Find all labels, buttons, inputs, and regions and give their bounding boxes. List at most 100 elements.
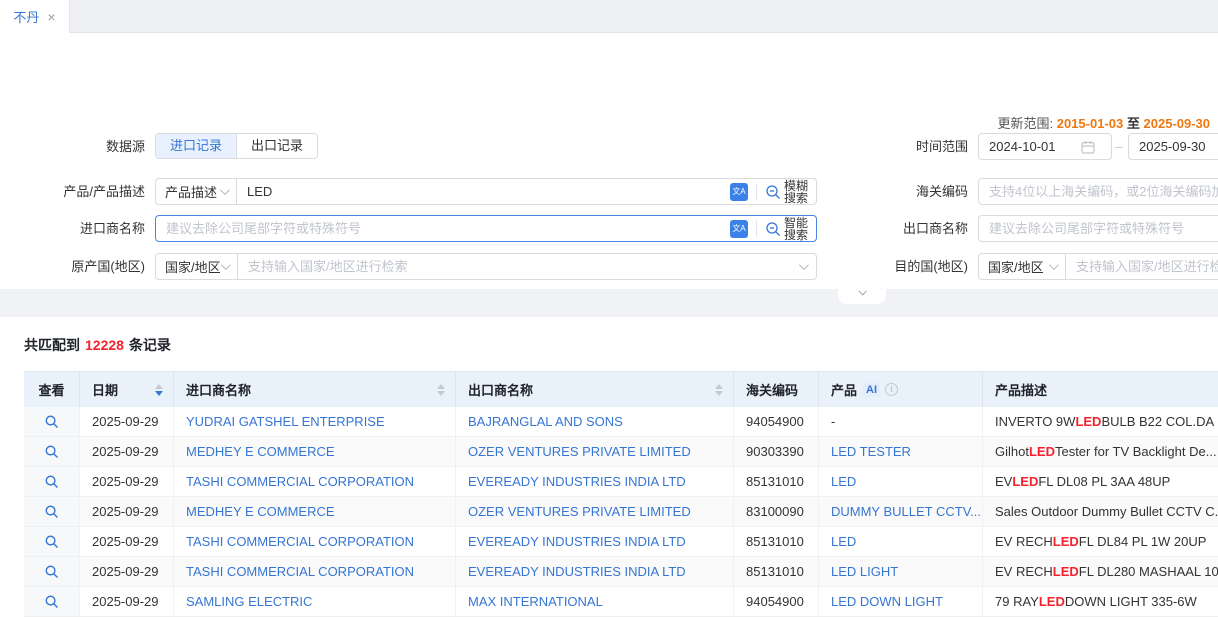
description-cell: INVERTO 9W LED BULB B22 COL.DA ... (983, 407, 1218, 436)
keyword-highlight: LED (1053, 564, 1079, 579)
product-select-value: 产品描述 (165, 182, 217, 201)
exporter-link[interactable]: OZER VENTURES PRIVATE LIMITED (456, 497, 734, 526)
view-cell[interactable] (24, 467, 80, 496)
data-source-label: 数据源 (0, 133, 145, 160)
description-text: FL DL08 PL 3AA 48UP (1038, 474, 1170, 489)
description-cell: EV RECH LED FL DL84 PL 1W 20UP (983, 527, 1218, 556)
exporter-link[interactable]: EVEREADY INDUSTRIES INDIA LTD (456, 467, 734, 496)
product-field-select[interactable]: 产品描述 (155, 178, 237, 205)
hs-code-input[interactable] (979, 184, 1218, 199)
destination-input[interactable] (1066, 259, 1218, 274)
date-cell: 2025-09-29 (80, 437, 174, 466)
product-cell[interactable]: LED DOWN LIGHT (819, 587, 983, 616)
exporter-link[interactable]: EVEREADY INDUSTRIES INDIA LTD (456, 557, 734, 586)
preview-search-icon[interactable] (44, 414, 59, 429)
summary-prefix: 共匹配到 (24, 337, 80, 353)
date-end-picker[interactable] (1128, 133, 1218, 160)
product-search-input[interactable] (237, 184, 730, 199)
results-table: 查看 日期 进口商名称 出口商名称 海关编码 产品 AI i (24, 371, 1218, 617)
description-cell: EV LED FL DL08 PL 3AA 48UP (983, 467, 1218, 496)
collapse-filters-button[interactable] (838, 289, 886, 304)
keyword-highlight: LED (1029, 444, 1055, 459)
update-range-end: 2025-09-30 (1144, 116, 1211, 131)
date-cell: 2025-09-29 (80, 587, 174, 616)
view-cell[interactable] (24, 437, 80, 466)
panel-gap (0, 289, 1218, 317)
description-cell: Gilhot LED Tester for TV Backlight De... (983, 437, 1218, 466)
hs-code-cell: 85131010 (734, 557, 819, 586)
info-icon[interactable]: i (885, 383, 898, 396)
description-text: BULB B22 COL.DA ... (1101, 414, 1218, 429)
view-cell[interactable] (24, 527, 80, 556)
update-range-to: 至 (1127, 116, 1140, 131)
date-cell: 2025-09-29 (80, 527, 174, 556)
view-cell[interactable] (24, 557, 80, 586)
description-text: DOWN LIGHT 335-6W (1065, 594, 1197, 609)
preview-search-icon[interactable] (44, 444, 59, 459)
keyword-highlight: LED (1053, 534, 1079, 549)
exporter-link[interactable]: EVEREADY INDUSTRIES INDIA LTD (456, 527, 734, 556)
importer-link[interactable]: MEDHEY E COMMERCE (174, 497, 456, 526)
product-input-group: 文A 模糊搜索 (237, 178, 817, 205)
exporter-input[interactable] (979, 221, 1218, 236)
importer-link[interactable]: TASHI COMMERCIAL CORPORATION (174, 467, 456, 496)
toggle-export-records[interactable]: 出口记录 (236, 134, 317, 158)
preview-search-icon[interactable] (44, 594, 59, 609)
importer-label: 进口商名称 (0, 215, 145, 242)
product-cell[interactable]: DUMMY BULLET CCTV... (819, 497, 983, 526)
exporter-label: 出口商名称 (790, 215, 968, 242)
view-cell[interactable] (24, 587, 80, 616)
product-cell[interactable]: LED LIGHT (819, 557, 983, 586)
destination-select-value: 国家/地区 (988, 257, 1044, 276)
results-panel: 共匹配到12228条记录 查看 日期 进口商名称 出口商名称 海关编码 (0, 317, 1218, 618)
hs-code-cell: 90303390 (734, 437, 819, 466)
preview-search-icon[interactable] (44, 534, 59, 549)
preview-search-icon[interactable] (44, 564, 59, 579)
view-cell[interactable] (24, 407, 80, 436)
origin-type-select[interactable]: 国家/地区 (155, 253, 238, 280)
origin-input-group (238, 253, 817, 280)
preview-search-icon[interactable] (44, 504, 59, 519)
description-cell: Sales Outdoor Dummy Bullet CCTV C... (983, 497, 1218, 526)
hs-code-cell: 94054900 (734, 407, 819, 436)
importer-link[interactable]: TASHI COMMERCIAL CORPORATION (174, 527, 456, 556)
product-cell[interactable]: LED TESTER (819, 437, 983, 466)
date-start-picker[interactable] (978, 133, 1112, 160)
zoom-search-icon (765, 184, 781, 200)
tab-bhutan[interactable]: 不丹 × (0, 0, 70, 33)
product-cell[interactable]: LED (819, 527, 983, 556)
sort-date-control[interactable] (155, 384, 163, 396)
col-hs-code: 海关编码 (734, 372, 819, 407)
hs-code-cell: 85131010 (734, 527, 819, 556)
destination-type-select[interactable]: 国家/地区 (978, 253, 1066, 280)
date-range-separator: – (1112, 133, 1126, 160)
calendar-icon[interactable] (1081, 140, 1095, 154)
product-cell[interactable]: LED (819, 467, 983, 496)
summary-suffix: 条记录 (129, 337, 171, 353)
date-start-input[interactable] (989, 139, 1077, 154)
importer-link[interactable]: YUDRAI GATSHEL ENTERPRISE (174, 407, 456, 436)
importer-input[interactable] (156, 221, 730, 236)
exporter-link[interactable]: OZER VENTURES PRIVATE LIMITED (456, 437, 734, 466)
origin-input[interactable] (238, 259, 799, 274)
description-cell: EV RECH LED FL DL280 MASHAAL 10... (983, 557, 1218, 586)
sort-importer-control[interactable] (437, 384, 445, 396)
table-row: 2025-09-29MEDHEY E COMMERCEOZER VENTURES… (24, 497, 1218, 527)
tab-title: 不丹 (13, 7, 39, 26)
exporter-link[interactable]: MAX INTERNATIONAL (456, 587, 734, 616)
sort-exporter-control[interactable] (715, 384, 723, 396)
exporter-link[interactable]: BAJRANGLAL AND SONS (456, 407, 734, 436)
importer-link[interactable]: TASHI COMMERCIAL CORPORATION (174, 557, 456, 586)
importer-link[interactable]: SAMLING ELECTRIC (174, 587, 456, 616)
translate-icon[interactable]: 文A (730, 220, 748, 238)
preview-search-icon[interactable] (44, 474, 59, 489)
tab-close-icon[interactable]: × (47, 10, 55, 24)
origin-select-value: 国家/地区 (165, 257, 221, 276)
view-cell[interactable] (24, 497, 80, 526)
toggle-import-records[interactable]: 进口记录 (156, 134, 236, 158)
date-end-input[interactable] (1139, 139, 1218, 154)
importer-link[interactable]: MEDHEY E COMMERCE (174, 437, 456, 466)
description-text: Sales Outdoor Dummy Bullet CCTV C... (995, 504, 1218, 519)
update-range: 更新范围: 2015-01-03 至 2025-09-30 (997, 113, 1210, 132)
translate-icon[interactable]: 文A (730, 183, 748, 201)
